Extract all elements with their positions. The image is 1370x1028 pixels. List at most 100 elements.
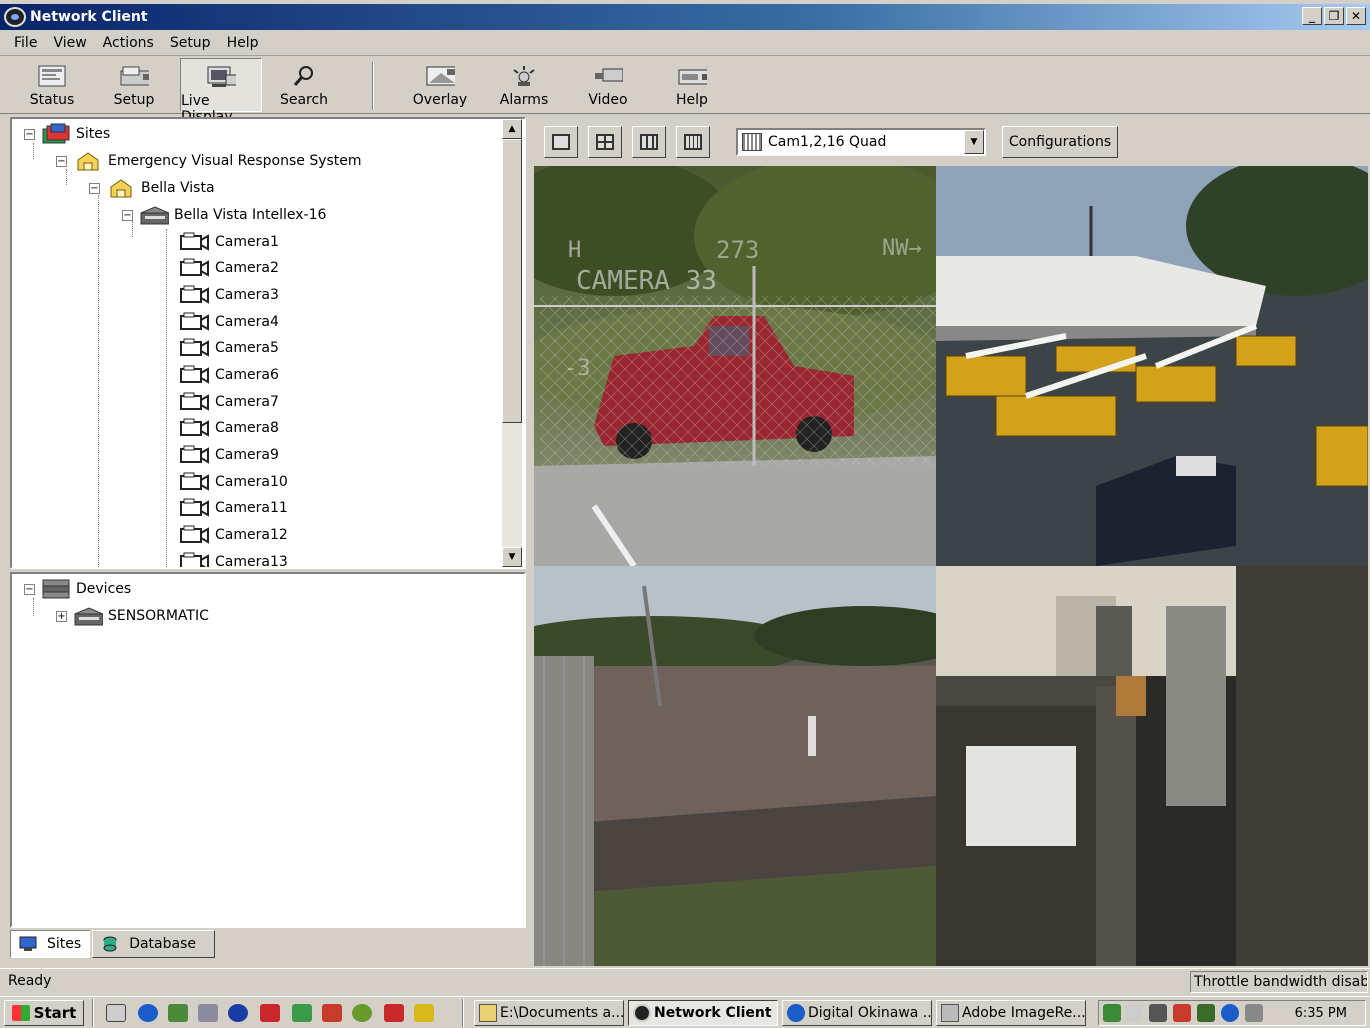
scroll-down-icon[interactable]: ▼: [502, 547, 522, 567]
tree-connector: [166, 229, 167, 567]
layout-nine-button[interactable]: [632, 126, 666, 158]
tray-security-icon[interactable]: [1197, 1004, 1215, 1022]
tray-alert-icon[interactable]: [1173, 1004, 1191, 1022]
tree-node-devices[interactable]: − Devices: [24, 578, 131, 600]
menu-view[interactable]: View: [45, 35, 94, 51]
menu-setup[interactable]: Setup: [162, 35, 219, 51]
expand-icon[interactable]: +: [56, 610, 67, 622]
tray-users-icon[interactable]: [1245, 1004, 1263, 1022]
layout-select[interactable]: Cam1,2,16 Quad ▼: [736, 128, 986, 156]
tree-node-camera[interactable]: Camera9: [180, 444, 279, 466]
taskbar-adobe-imageready[interactable]: Adobe ImageRe...: [936, 1000, 1086, 1026]
collapse-icon[interactable]: −: [56, 155, 67, 167]
search-button[interactable]: Search: [272, 58, 336, 112]
tree-node-system[interactable]: − Emergency Visual Response System: [56, 150, 362, 172]
tab-sites[interactable]: Sites: [10, 930, 91, 958]
layout-sixteen-button[interactable]: [676, 126, 710, 158]
tree-node-camera[interactable]: Camera12: [180, 524, 288, 546]
tree-node-camera[interactable]: Camera5: [180, 337, 279, 359]
collapse-icon[interactable]: −: [24, 128, 35, 140]
camera-view-3[interactable]: [534, 566, 936, 966]
collapse-icon[interactable]: −: [24, 583, 35, 595]
title-bar: Network Client _ ❐ ✕: [0, 4, 1370, 30]
tree-node-site[interactable]: − Bella Vista: [89, 177, 215, 199]
tree-node-camera[interactable]: Camera1: [180, 231, 279, 253]
network-icon[interactable]: [198, 1004, 218, 1022]
restore-button[interactable]: ❐: [1324, 7, 1344, 25]
minimize-button[interactable]: _: [1302, 7, 1322, 25]
tree-node-camera[interactable]: Camera13: [180, 551, 288, 567]
menu-help[interactable]: Help: [219, 35, 267, 51]
tab-database[interactable]: Database: [92, 930, 215, 958]
throttle-status: Throttle bandwidth disable.: [1190, 971, 1368, 993]
task-label: Network Client: [654, 1005, 772, 1021]
camera-view-4[interactable]: [936, 566, 1368, 966]
tree-node-sensormatic[interactable]: + SENSORMATIC: [56, 605, 209, 627]
layout-nine-icon: [640, 134, 658, 150]
setup-button[interactable]: Setup: [102, 58, 166, 112]
acrobat-icon[interactable]: [384, 1004, 404, 1022]
tree-node-camera[interactable]: Camera7: [180, 391, 279, 413]
start-button[interactable]: Start: [4, 1000, 84, 1026]
configurations-button[interactable]: Configurations: [1002, 126, 1118, 158]
camera-icon: [180, 418, 210, 438]
camera-view-2[interactable]: [936, 166, 1368, 566]
tray-app-icon[interactable]: [1103, 1004, 1121, 1022]
live-display-button[interactable]: Live Display: [180, 58, 262, 125]
menu-actions[interactable]: Actions: [95, 35, 162, 51]
taskbar-digital-okinawa[interactable]: Digital Okinawa ...: [782, 1000, 932, 1026]
layout-single-button[interactable]: [544, 126, 578, 158]
camera-1-image: [534, 166, 936, 566]
tree-node-sites[interactable]: − Sites: [24, 123, 110, 145]
scroll-up-icon[interactable]: ▲: [502, 119, 522, 139]
taskbar-explorer[interactable]: E:\Documents a...: [474, 1000, 624, 1026]
tree-node-camera[interactable]: Camera10: [180, 471, 288, 493]
show-desktop-icon[interactable]: [106, 1004, 126, 1022]
camera-icon: [180, 338, 210, 358]
network-client-app-icon[interactable]: [4, 7, 26, 27]
tree-node-device[interactable]: − Bella Vista Intellex-16: [122, 204, 326, 226]
internet-explorer-icon: [787, 1004, 805, 1022]
network-connection-icon[interactable]: [1149, 1004, 1167, 1022]
globe-app-icon[interactable]: [352, 1004, 372, 1022]
alarms-button[interactable]: Alarms: [492, 58, 556, 112]
chevron-down-icon[interactable]: ▼: [964, 130, 984, 154]
overlay-button[interactable]: Overlay: [408, 58, 472, 112]
camera-icon: [180, 552, 210, 567]
tree-node-camera[interactable]: Camera8: [180, 417, 279, 439]
media-app-icon[interactable]: [260, 1004, 280, 1022]
video-button[interactable]: Video: [576, 58, 640, 112]
tray-sync-icon[interactable]: [1221, 1004, 1239, 1022]
taskbar-network-client[interactable]: Network Client: [628, 1000, 778, 1026]
layout-quad-button[interactable]: [588, 126, 622, 158]
status-button[interactable]: Status: [20, 58, 84, 112]
collapse-icon[interactable]: −: [122, 209, 133, 221]
tree-node-camera[interactable]: Camera2: [180, 257, 279, 279]
collapse-icon[interactable]: −: [89, 182, 100, 194]
help-button[interactable]: Help: [660, 58, 724, 112]
volume-icon[interactable]: [1125, 1004, 1143, 1022]
tree-label: Camera12: [215, 527, 288, 543]
tree-node-camera[interactable]: Camera6: [180, 364, 279, 386]
chinese-app-icon[interactable]: [322, 1004, 342, 1022]
tree-node-camera[interactable]: Camera3: [180, 284, 279, 306]
desktop-app-icon[interactable]: [168, 1004, 188, 1022]
player-icon[interactable]: [414, 1004, 434, 1022]
camera-1-overlay-name: CAMERA 33: [576, 266, 717, 296]
camera-view-1[interactable]: H CAMERA 33 273 NW→ -3: [534, 166, 936, 566]
messenger-icon[interactable]: [228, 1004, 248, 1022]
camera-app-icon[interactable]: [292, 1004, 312, 1022]
internet-explorer-icon[interactable]: [138, 1004, 158, 1022]
live-display-icon: [206, 65, 236, 89]
taskbar-clock[interactable]: 6:35 PM: [1295, 1006, 1347, 1021]
scrollbar-thumb[interactable]: [502, 139, 522, 423]
close-button[interactable]: ✕: [1346, 7, 1366, 25]
video-quad-display[interactable]: H CAMERA 33 273 NW→ -3: [534, 166, 1368, 966]
status-label: Status: [29, 92, 75, 108]
tree-node-camera[interactable]: Camera11: [180, 497, 288, 519]
camera-1-overlay-bearing: 273: [716, 236, 760, 264]
sites-tree-scrollbar[interactable]: ▲ ▼: [502, 119, 522, 567]
tree-node-camera[interactable]: Camera4: [180, 311, 279, 333]
task-label: Digital Okinawa ...: [808, 1005, 932, 1021]
menu-file[interactable]: File: [6, 35, 45, 51]
